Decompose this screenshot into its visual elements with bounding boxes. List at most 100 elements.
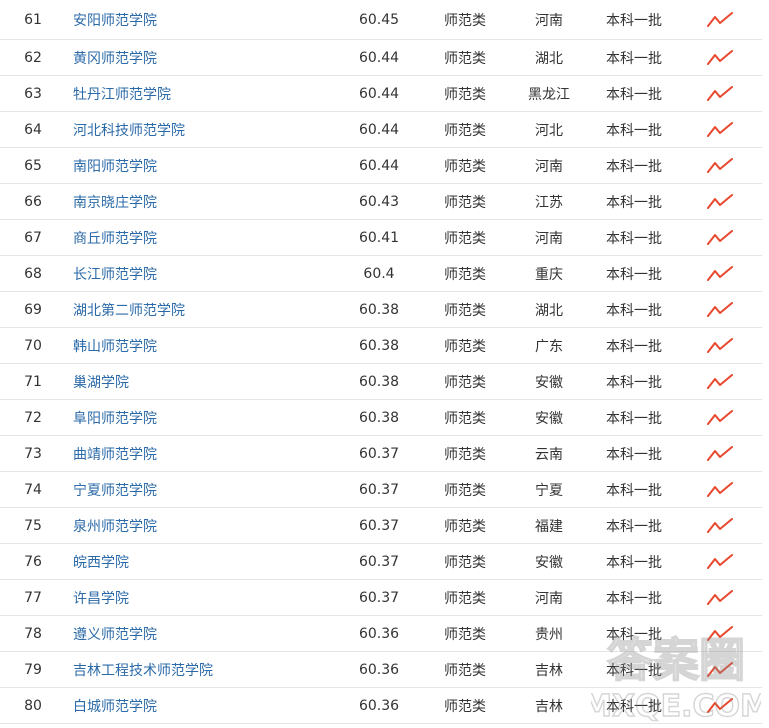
school-name-link[interactable]: 阜阳师范学院 xyxy=(73,400,157,435)
batch-cell: 本科一批 xyxy=(606,302,662,319)
rank-cell: 78 xyxy=(24,625,42,642)
province-cell: 云南 xyxy=(535,446,563,463)
trend-line-icon[interactable] xyxy=(700,256,740,291)
trend-line-icon[interactable] xyxy=(700,364,740,399)
school-name-link[interactable]: 宁夏师范学院 xyxy=(73,472,157,507)
school-name-link[interactable]: 皖西学院 xyxy=(73,544,129,579)
school-name-link[interactable]: 吉林工程技术师范学院 xyxy=(73,652,213,687)
batch-cell: 本科一批 xyxy=(606,662,662,679)
rank-cell: 68 xyxy=(24,265,42,282)
province-cell: 重庆 xyxy=(535,266,563,283)
table-row: 72 阜阳师范学院 60.38 师范类 安徽 本科一批 xyxy=(0,400,762,436)
rank-cell: 70 xyxy=(24,337,42,354)
school-name-link[interactable]: 曲靖师范学院 xyxy=(73,436,157,471)
table-row: 74 宁夏师范学院 60.37 师范类 宁夏 本科一批 xyxy=(0,472,762,508)
table-row: 63 牡丹江师范学院 60.44 师范类 黑龙江 本科一批 xyxy=(0,76,762,112)
score-cell: 60.37 xyxy=(358,517,400,534)
type-cell: 师范类 xyxy=(444,194,486,211)
school-name-link[interactable]: 安阳师范学院 xyxy=(73,0,157,39)
table-row: 80 白城师范学院 60.36 师范类 吉林 本科一批 xyxy=(0,688,762,724)
school-name-link[interactable]: 泉州师范学院 xyxy=(73,508,157,543)
batch-cell: 本科一批 xyxy=(606,554,662,571)
school-name-link[interactable]: 长江师范学院 xyxy=(73,256,157,291)
school-name-link[interactable]: 南京晓庄学院 xyxy=(73,184,157,219)
table-row: 71 巢湖学院 60.38 师范类 安徽 本科一批 xyxy=(0,364,762,400)
batch-cell: 本科一批 xyxy=(606,194,662,211)
province-cell: 安徽 xyxy=(535,554,563,571)
batch-cell: 本科一批 xyxy=(606,410,662,427)
school-name-link[interactable]: 河北科技师范学院 xyxy=(73,112,185,147)
trend-line-icon[interactable] xyxy=(700,220,740,255)
trend-line-icon[interactable] xyxy=(700,472,740,507)
rank-cell: 74 xyxy=(24,481,42,498)
table-row: 70 韩山师范学院 60.38 师范类 广东 本科一批 xyxy=(0,328,762,364)
province-cell: 河南 xyxy=(535,230,563,247)
type-cell: 师范类 xyxy=(444,590,486,607)
table-row: 67 商丘师范学院 60.41 师范类 河南 本科一批 xyxy=(0,220,762,256)
trend-line-icon[interactable] xyxy=(700,184,740,219)
batch-cell: 本科一批 xyxy=(606,230,662,247)
score-cell: 60.37 xyxy=(358,589,400,606)
trend-line-icon[interactable] xyxy=(700,292,740,327)
rank-cell: 77 xyxy=(24,589,42,606)
rank-cell: 76 xyxy=(24,553,42,570)
province-cell: 贵州 xyxy=(535,626,563,643)
province-cell: 安徽 xyxy=(535,410,563,427)
school-name-link[interactable]: 牡丹江师范学院 xyxy=(73,76,171,111)
table-row: 61 安阳师范学院 60.45 师范类 河南 本科一批 xyxy=(0,0,762,40)
school-name-link[interactable]: 商丘师范学院 xyxy=(73,220,157,255)
type-cell: 师范类 xyxy=(444,482,486,499)
rank-cell: 71 xyxy=(24,373,42,390)
ranking-table: 61 安阳师范学院 60.45 师范类 河南 本科一批 62 黄冈师范学院 60.44 师范类 湖北… xyxy=(0,0,762,724)
type-cell: 师范类 xyxy=(444,662,486,679)
school-name-link[interactable]: 许昌学院 xyxy=(73,580,129,615)
school-name-link[interactable]: 韩山师范学院 xyxy=(73,328,157,363)
school-name-link[interactable]: 南阳师范学院 xyxy=(73,148,157,183)
province-cell: 河南 xyxy=(535,158,563,175)
type-cell: 师范类 xyxy=(444,266,486,283)
school-name-link[interactable]: 遵义师范学院 xyxy=(73,616,157,651)
type-cell: 师范类 xyxy=(444,158,486,175)
school-name-link[interactable]: 黄冈师范学院 xyxy=(73,40,157,75)
rank-cell: 75 xyxy=(24,517,42,534)
batch-cell: 本科一批 xyxy=(606,122,662,139)
type-cell: 师范类 xyxy=(444,698,486,715)
trend-line-icon[interactable] xyxy=(700,328,740,363)
rank-cell: 63 xyxy=(24,85,42,102)
type-cell: 师范类 xyxy=(444,554,486,571)
trend-line-icon[interactable] xyxy=(700,616,740,651)
score-cell: 60.36 xyxy=(358,697,400,714)
trend-line-icon[interactable] xyxy=(700,0,740,39)
table-row: 68 长江师范学院 60.4 师范类 重庆 本科一批 xyxy=(0,256,762,292)
type-cell: 师范类 xyxy=(444,374,486,391)
trend-line-icon[interactable] xyxy=(700,76,740,111)
batch-cell: 本科一批 xyxy=(606,266,662,283)
trend-line-icon[interactable] xyxy=(700,652,740,687)
table-row: 65 南阳师范学院 60.44 师范类 河南 本科一批 xyxy=(0,148,762,184)
trend-line-icon[interactable] xyxy=(700,508,740,543)
score-cell: 60.37 xyxy=(358,445,400,462)
trend-line-icon[interactable] xyxy=(700,544,740,579)
school-name-link[interactable]: 湖北第二师范学院 xyxy=(73,292,185,327)
trend-line-icon[interactable] xyxy=(700,688,740,723)
rank-cell: 64 xyxy=(24,121,42,138)
score-cell: 60.45 xyxy=(358,11,400,28)
batch-cell: 本科一批 xyxy=(606,86,662,103)
trend-line-icon[interactable] xyxy=(700,148,740,183)
trend-line-icon[interactable] xyxy=(700,400,740,435)
score-cell: 60.37 xyxy=(358,481,400,498)
type-cell: 师范类 xyxy=(444,338,486,355)
table-row: 75 泉州师范学院 60.37 师范类 福建 本科一批 xyxy=(0,508,762,544)
school-name-link[interactable]: 白城师范学院 xyxy=(73,688,157,723)
rank-cell: 65 xyxy=(24,157,42,174)
school-name-link[interactable]: 巢湖学院 xyxy=(73,364,129,399)
province-cell: 河南 xyxy=(535,590,563,607)
trend-line-icon[interactable] xyxy=(700,436,740,471)
type-cell: 师范类 xyxy=(444,518,486,535)
trend-line-icon[interactable] xyxy=(700,112,740,147)
table-row: 69 湖北第二师范学院 60.38 师范类 湖北 本科一批 xyxy=(0,292,762,328)
batch-cell: 本科一批 xyxy=(606,482,662,499)
trend-line-icon[interactable] xyxy=(700,580,740,615)
table-row: 78 遵义师范学院 60.36 师范类 贵州 本科一批 xyxy=(0,616,762,652)
trend-line-icon[interactable] xyxy=(700,40,740,75)
